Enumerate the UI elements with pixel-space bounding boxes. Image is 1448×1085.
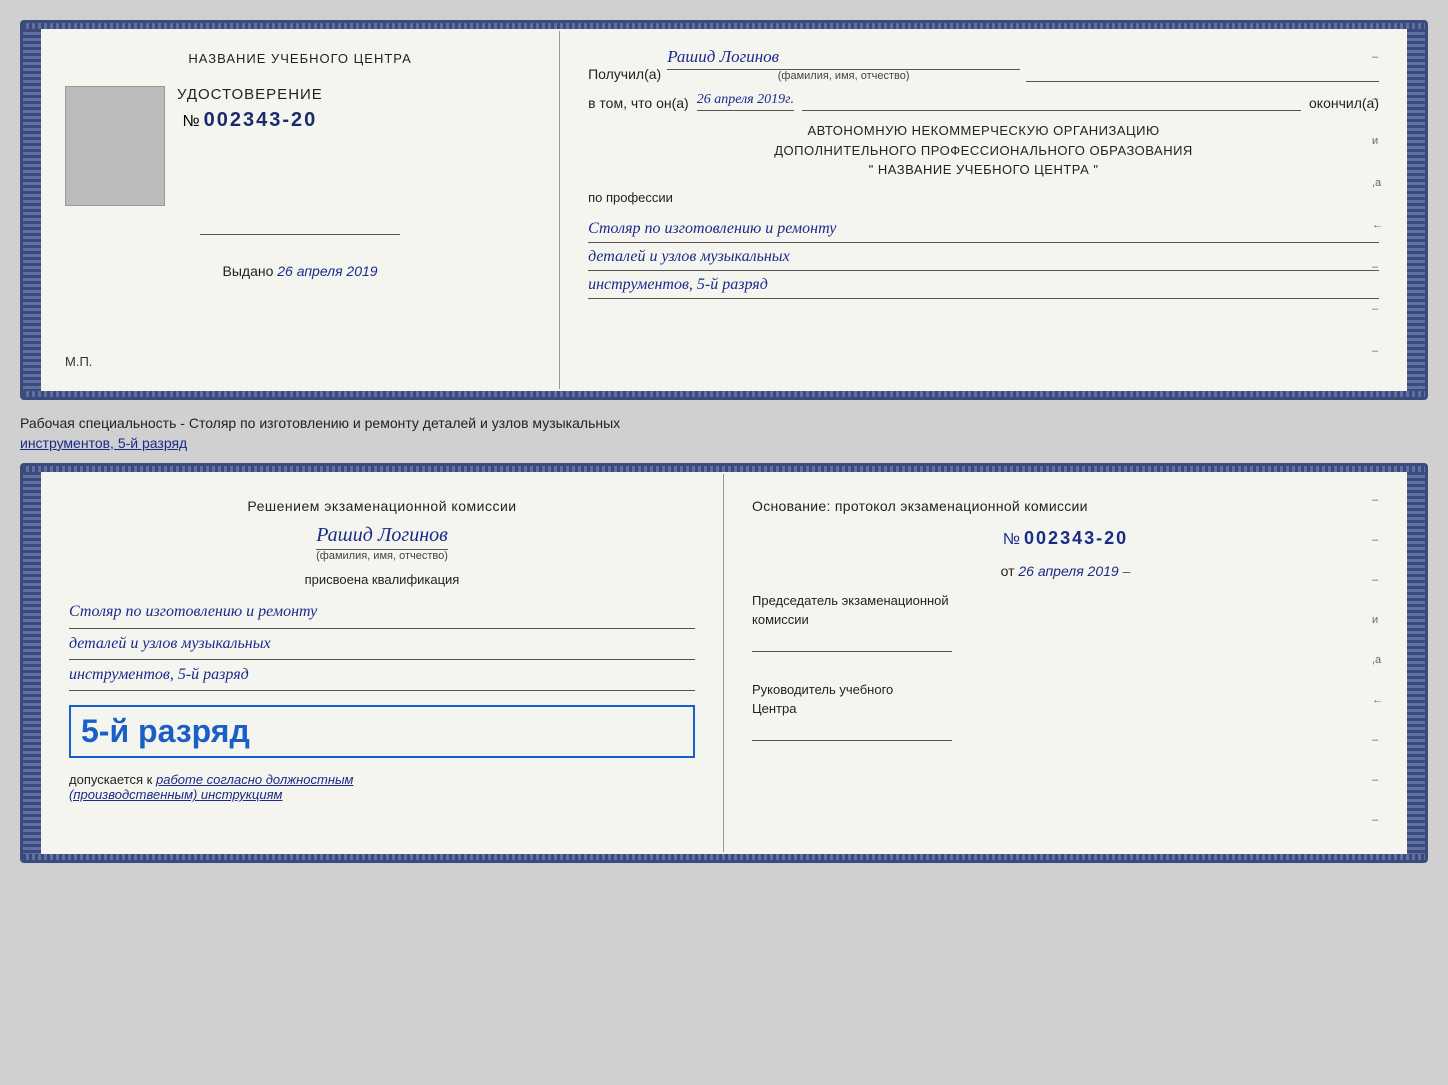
vtom-line [802,110,1301,111]
edge-mark-7: – [1372,303,1383,315]
bottom-profession-line1: Столяр по изготовлению и ремонту [69,597,695,628]
separator-line2: инструментов, 5-й разряд [20,435,187,451]
cert-right-panel: – – и ,а ← – – – – Получил(а) Рашид Логи… [560,31,1407,389]
rank-text: 5-й разряд [81,713,250,749]
photo-placeholder [65,86,165,206]
autonomous-line2: ДОПОЛНИТЕЛЬНОГО ПРОФЕССИОНАЛЬНОГО ОБРАЗО… [588,141,1379,161]
ot-date-row: от 26 апреля 2019 – [752,563,1379,579]
edge-mark-5: ← [1372,219,1383,231]
left-texture [23,23,41,397]
predsedatel-title: Председатель экзаменационной [752,593,1379,608]
bottom-date: 26 апреля 2019 [1018,563,1118,579]
edge-mark-3: и [1372,135,1383,147]
autonomous-line3: " НАЗВАНИЕ УЧЕБНОГО ЦЕНТРА " [588,160,1379,180]
cert-number: 002343-20 [204,109,318,132]
bottom-right-panel: – – – и ,а ← – – – – – Основание: проток… [724,474,1407,852]
bottom-number-prefix: № [1003,531,1020,549]
bottom-edge-marks: – – – и ,а ← – – – – – [1372,494,1383,863]
edge-mark-6: – [1372,261,1383,273]
poluchil-dash [1026,81,1379,82]
vtom-row: в том, что он(а) 26 апреля 2019г. окончи… [588,92,1379,111]
separator-line1: Рабочая специальность - Столяр по изгото… [20,415,620,431]
protocol-number: 002343-20 [1024,528,1128,549]
okonchil-label: окончил(а) [1309,95,1379,111]
dopuskaetsya-label: допускается к [69,772,152,787]
edge-mark-4: ,а [1372,177,1383,189]
number-prefix: № [182,113,199,131]
predsedatel-title2: комиссии [752,612,1379,627]
autonomous-block: АВТОНОМНУЮ НЕКОММЕРЧЕСКУЮ ОРГАНИЗАЦИЮ ДО… [588,121,1379,180]
fio-label-bottom: (фамилия, имя, отчество) [316,550,448,562]
osnovanie: Основание: протокол экзаменационной коми… [752,498,1379,514]
profession-block-bottom: Столяр по изготовлению и ремонту деталей… [69,597,695,691]
bottom-profession-line2: деталей и узлов музыкальных [69,629,695,660]
center-name-top: НАЗВАНИЕ УЧЕБНОГО ЦЕНТРА [188,51,411,66]
udostoverenie-block: УДОСТОВЕРЕНИЕ № 002343-20 [177,86,323,132]
vtom-label: в том, что он(а) [588,95,689,111]
autonomous-line1: АВТОНОМНУЮ НЕКОММЕРЧЕСКУЮ ОРГАНИЗАЦИЮ [588,121,1379,141]
poluchil-row: Получил(а) Рашид Логинов (фамилия, имя, … [588,47,1379,82]
bottom-name: Рашид Логинов [316,524,448,550]
bottom-dash: – [1123,563,1131,579]
edge-mark-2: – [1372,93,1383,105]
rukovoditel-block: Руководитель учебного Центра [752,682,1379,741]
cert-content: НАЗВАНИЕ УЧЕБНОГО ЦЕНТРА УДОСТОВЕРЕНИЕ №… [41,23,1407,397]
rank-box: 5-й разряд [69,705,695,758]
dopuskaetsya-block: допускается к работе согласно должностны… [69,772,695,802]
divider-line [200,234,400,235]
edge-mark-8: – [1372,345,1383,357]
vydano-label: Выдано [223,263,274,279]
prisvoyena: присвоена квалификация [69,572,695,587]
page-wrapper: НАЗВАНИЕ УЧЕБНОГО ЦЕНТРА УДОСТОВЕРЕНИЕ №… [20,20,1428,863]
predsedatel-sign-line [752,651,952,652]
vtom-date: 26 апреля 2019г. [697,92,794,111]
cert-left-panel: НАЗВАНИЕ УЧЕБНОГО ЦЕНТРА УДОСТОВЕРЕНИЕ №… [41,31,560,389]
bottom-right-texture [1407,466,1425,860]
edge-mark-1: – [1372,51,1383,63]
bottom-profession-line3: инструментов, 5-й разряд [69,660,695,691]
udostoverenie-title: УДОСТОВЕРЕНИЕ [177,86,323,103]
rukovoditel-title2: Центра [752,701,1379,716]
rukovoditel-sign-line [752,740,952,741]
edge-mark-9: – [1372,387,1383,399]
top-certificate: НАЗВАНИЕ УЧЕБНОГО ЦЕНТРА УДОСТОВЕРЕНИЕ №… [20,20,1428,400]
bottom-left-panel: Решением экзаменационной комиссии Рашид … [41,474,724,852]
fio-label-top: (фамилия, имя, отчество) [667,70,1020,82]
vydano-date: 26 апреля 2019 [277,263,377,279]
right-texture [1407,23,1425,397]
profession-block-top: Столяр по изготовлению и ремонту деталей… [588,215,1379,300]
bottom-card-content: Решением экзаменационной комиссии Рашид … [41,466,1407,860]
dopuskaetsya-value2: (производственным) инструкциям [69,787,282,802]
poluchil-label: Получил(а) [588,66,661,82]
dopuskaetsya-value: работе согласно должностным [156,772,353,787]
poluchil-name: Рашид Логинов [667,47,1020,70]
vydano-row: Выдано 26 апреля 2019 [223,263,378,279]
profession-line3: инструментов, 5-й разряд [588,271,1379,299]
bottom-certificate: Решением экзаменационной комиссии Рашид … [20,463,1428,863]
rukovoditel-title: Руководитель учебного [752,682,1379,697]
edge-marks: – – и ,а ← – – – – [1372,51,1383,399]
bottom-left-texture [23,466,41,860]
resheniem-title: Решением экзаменационной комиссии [69,498,695,514]
profession-line1: Столяр по изготовлению и ремонту [588,215,1379,243]
separator-text: Рабочая специальность - Столяр по изгото… [20,408,1428,455]
mp-label: М.П. [65,354,92,369]
po-professii: по профессии [588,190,1379,205]
ot-label: от [1001,563,1015,579]
profession-line2: деталей и узлов музыкальных [588,243,1379,271]
predsedatel-block: Председатель экзаменационной комиссии [752,593,1379,652]
